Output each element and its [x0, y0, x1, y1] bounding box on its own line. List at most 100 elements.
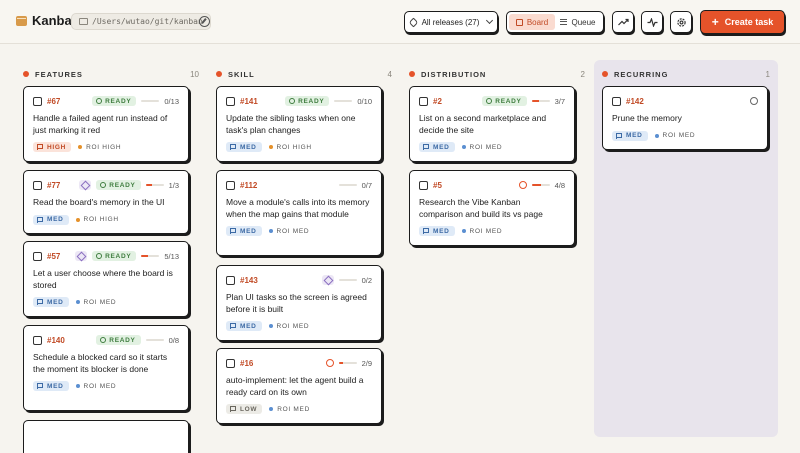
card-checkbox[interactable]: [33, 251, 42, 261]
task-title: Research the Vibe Kanban comparison and …: [419, 197, 543, 219]
column-header: DISTRIBUTION 2: [409, 68, 585, 80]
priority-label: HIGH: [47, 143, 67, 151]
repo-path: /Users/wutao/git/kanban: [92, 17, 203, 26]
roi-badge: ROI HIGH: [78, 144, 121, 151]
column-distribution: DISTRIBUTION 2 #2 READY 3/7 List on a secon…: [409, 60, 585, 439]
board-view-button[interactable]: Board: [509, 14, 555, 30]
task-card[interactable]: #2 READY 3/7 List on a second marketplace a…: [409, 86, 575, 162]
progress-bar: [334, 99, 353, 103]
card-meta: MED ROI HIGH: [33, 214, 179, 225]
card-checkbox[interactable]: [226, 358, 235, 368]
card-header: #57 READY 5/13: [33, 250, 179, 262]
task-card[interactable]: #112 0/7 Move a module's calls into its me…: [216, 170, 382, 256]
status-label: READY: [298, 97, 325, 105]
create-task-button[interactable]: + Create task: [700, 10, 785, 34]
settings-button[interactable]: [670, 11, 692, 33]
task-card[interactable]: #16 2/9 auto-implement: let the agent buil…: [216, 348, 382, 424]
card-checkbox[interactable]: [419, 180, 428, 190]
task-card[interactable]: #57 READY 5/13 Let a user choose where the …: [23, 241, 189, 317]
task-id[interactable]: #67: [47, 97, 60, 106]
task-id[interactable]: #140: [47, 336, 65, 345]
progress-bar: [141, 254, 160, 258]
task-card[interactable]: #142 Prune the memory MED ROI MED: [602, 86, 768, 150]
task-card[interactable]: #141 READY 0/10 Update the sibling tasks wh…: [216, 86, 382, 162]
compass-icon[interactable]: [199, 16, 210, 27]
task-card[interactable]: #5 4/8 Research the Vibe Kanban comparison…: [409, 170, 575, 246]
check-circle-icon: [100, 182, 107, 188]
task-id[interactable]: #143: [240, 276, 258, 285]
kanban-box-icon: [16, 15, 27, 26]
task-id[interactable]: #5: [433, 181, 442, 190]
card-meta: MED ROI MED: [419, 142, 565, 152]
task-card[interactable]: #140 READY 0/8 Schedule a blocked card so i…: [23, 325, 189, 411]
gear-icon: [676, 17, 686, 27]
task-id[interactable]: #16: [240, 359, 253, 368]
priority-badge: LOW: [226, 404, 263, 414]
column-title: RECURRING: [614, 69, 669, 79]
flag-icon: [230, 406, 236, 412]
column-header: FEATURES 10: [23, 68, 199, 80]
card-checkbox[interactable]: [226, 180, 235, 190]
queue-view-button[interactable]: Queue: [555, 14, 601, 30]
view-toggle: Board Queue: [506, 11, 604, 33]
priority-badge: MED: [419, 226, 455, 236]
card-checkbox[interactable]: [33, 335, 42, 345]
task-title: Plan UI tasks so the screen is agreed be…: [226, 292, 367, 314]
progress-fill: [141, 254, 149, 258]
priority-badge: MED: [419, 142, 455, 152]
priority-label: MED: [47, 298, 64, 306]
task-id[interactable]: #2: [433, 97, 442, 106]
task-id[interactable]: #112: [240, 181, 257, 190]
activity-button[interactable]: [641, 11, 663, 33]
card-meta: MED ROI MED: [33, 297, 179, 307]
column-title: SKILL: [228, 69, 255, 79]
task-card[interactable]: #143 0/2 Plan UI tasks so the screen is ag…: [216, 265, 382, 341]
roi-dot: [269, 407, 274, 411]
roi-label: ROI HIGH: [83, 216, 119, 223]
card-indicators: [750, 97, 758, 105]
flag-icon: [37, 216, 43, 223]
status-label: READY: [105, 252, 132, 260]
flag-icon: [423, 228, 429, 234]
task-title: Prune the memory: [612, 113, 682, 123]
card-checkbox[interactable]: [612, 96, 621, 106]
card-indicators: 0/2: [321, 275, 372, 285]
card-checkbox[interactable]: [226, 96, 235, 106]
card-checkbox[interactable]: [33, 180, 42, 190]
task-card[interactable]: #77 READY 1/3 Read the board's memory in th…: [23, 170, 189, 234]
roi-dot: [268, 229, 273, 233]
roi-dot: [461, 145, 466, 149]
task-card[interactable]: #67 READY 0/13 Handle a failed agent run in…: [23, 86, 189, 162]
progress-bar: [338, 278, 357, 282]
trend-button[interactable]: [612, 11, 634, 33]
task-card-partial[interactable]: [23, 420, 189, 453]
card-header: #77 READY 1/3: [33, 179, 179, 191]
roi-badge: ROI MED: [461, 143, 503, 151]
roi-label: ROI MED: [277, 405, 310, 413]
column-title: FEATURES: [35, 69, 83, 79]
roi-dot: [654, 133, 659, 138]
column-count: 4: [387, 69, 392, 79]
release-filter-dropdown[interactable]: All releases (27): [404, 11, 498, 33]
card-indicators: READY 1/3: [79, 180, 179, 190]
task-title: Schedule a blocked card so it starts the…: [33, 352, 168, 374]
task-id[interactable]: #57: [47, 252, 60, 261]
card-indicators: READY 0/8: [96, 335, 179, 345]
card-checkbox[interactable]: [33, 96, 42, 106]
card-checkbox[interactable]: [419, 96, 428, 106]
card-indicators: READY 3/7: [482, 96, 565, 106]
task-id[interactable]: #142: [626, 97, 644, 106]
roi-badge: ROI HIGH: [268, 144, 312, 151]
trending-up-icon: [617, 18, 629, 26]
roi-label: ROI MED: [469, 143, 503, 151]
card-checkbox[interactable]: [226, 275, 235, 285]
roi-badge: ROI MED: [461, 228, 503, 235]
subtasks-icon: [79, 180, 92, 190]
board-view-label: Board: [526, 17, 549, 27]
task-id[interactable]: #141: [240, 97, 258, 106]
task-id[interactable]: #77: [47, 181, 60, 190]
roi-badge: ROI MED: [268, 323, 310, 330]
repo-path-pill[interactable]: /Users/wutao/git/kanban: [71, 13, 211, 30]
roi-dot: [268, 145, 273, 149]
list-icon: [560, 19, 568, 25]
